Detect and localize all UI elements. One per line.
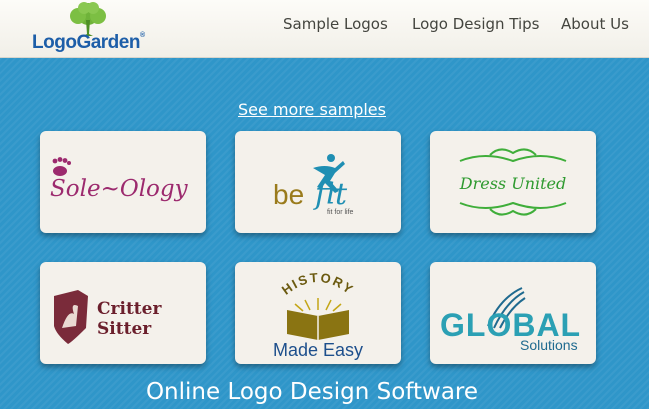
nav-sample-logos[interactable]: Sample Logos <box>283 15 388 33</box>
open-book-icon <box>287 298 349 340</box>
critter-text: Critter <box>97 299 162 319</box>
logo-text-logo: Logo <box>32 32 77 53</box>
footprint-icon <box>52 157 71 176</box>
made-easy-text: Made Easy <box>273 340 363 360</box>
sitter-text: Sitter <box>97 319 152 339</box>
shield-icon <box>54 290 88 344</box>
tree-icon <box>70 2 106 36</box>
history-arc-text: HISTORY <box>279 270 355 298</box>
see-more-samples-link[interactable]: See more samples <box>0 100 624 119</box>
sample-logo-global-solutions[interactable]: GLOBAL Solutions <box>430 262 596 364</box>
nav-logo-design-tips[interactable]: Logo Design Tips <box>412 15 540 33</box>
fit-tagline: fit for life <box>327 209 354 216</box>
sample-logo-sole-ology[interactable]: Sole~Ology <box>40 131 206 233</box>
be-text: be <box>273 179 304 210</box>
fit-text: fit <box>313 177 348 212</box>
solutions-text: Solutions <box>520 337 578 353</box>
logo-text-garden: Garden <box>76 32 140 53</box>
sample-logo-history-made-easy[interactable]: HISTORY Made Easy <box>235 262 401 364</box>
nav-about-us[interactable]: About Us <box>561 15 629 33</box>
sample-logo-critter-sitter[interactable]: Critter Sitter <box>40 262 206 364</box>
sample-logo-befit[interactable]: be fit fit for life <box>235 131 401 233</box>
sole-ology-text: Sole~Ology <box>50 176 189 202</box>
logo-trademark: ® <box>139 32 145 39</box>
footer-headline: Online Logo Design Software <box>145 379 479 405</box>
dress-united-text: Dress United <box>459 174 567 193</box>
svg-text:HISTORY: HISTORY <box>279 270 357 298</box>
sample-logo-dress-united[interactable]: Dress United <box>430 131 596 233</box>
logogarden-logo[interactable]: LogoGarden® <box>32 2 172 54</box>
site-header: LogoGarden® Sample Logos Logo Design Tip… <box>0 0 649 58</box>
